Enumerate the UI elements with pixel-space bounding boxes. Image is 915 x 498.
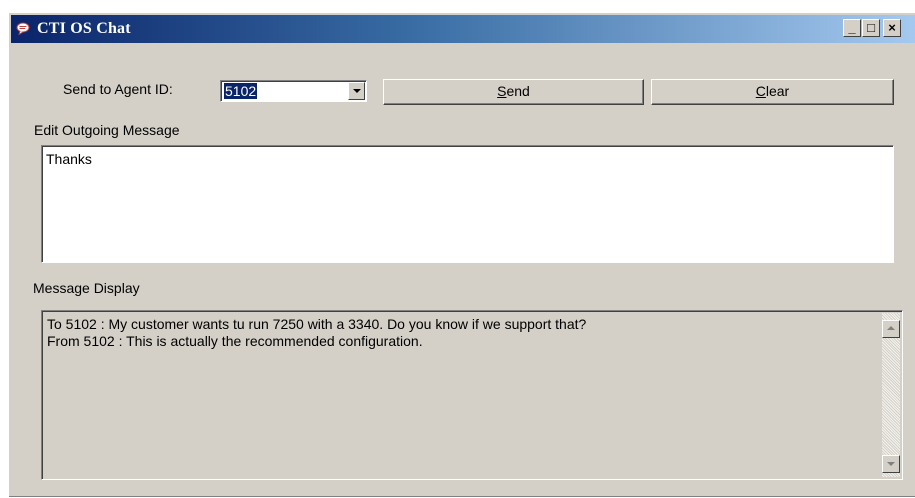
maximize-button[interactable]: □ [862,19,880,37]
send-button[interactable]: Send [383,79,644,105]
message-line: To 5102 : My customer wants tu run 7250 … [47,316,587,332]
close-icon: × [888,20,896,35]
minimize-icon: _ [848,20,856,35]
chat-window: CTI OS Chat _ □ × Send to Agent ID: 5102… [8,12,915,497]
close-button[interactable]: × [883,19,901,37]
scroll-up-icon[interactable] [882,320,900,338]
clear-label: lear [765,83,790,99]
outgoing-message-label: Edit Outgoing Message [34,122,180,138]
outgoing-message-input[interactable]: Thanks [41,145,894,263]
clear-button[interactable]: Clear [651,79,894,105]
agent-id-value[interactable]: 5102 [224,83,258,99]
scroll-down-icon[interactable] [882,455,900,473]
window-title: CTI OS Chat [37,20,131,37]
message-line: From 5102 : This is actually the recomme… [47,333,423,349]
send-to-label: Send to Agent ID: [63,81,173,97]
chevron-down-icon[interactable] [348,82,365,100]
clear-mnemonic: C [755,83,766,99]
send-label: end [506,83,530,99]
agent-id-combobox[interactable]: 5102 [220,80,367,102]
chat-bubble-icon [16,22,30,35]
maximize-icon: □ [867,20,875,35]
outgoing-message-text: Thanks [46,151,92,167]
title-bar[interactable]: CTI OS Chat _ □ × [11,15,915,43]
vertical-scrollbar[interactable] [882,313,900,477]
minimize-button[interactable]: _ [843,19,861,37]
message-display[interactable]: To 5102 : My customer wants tu run 7250 … [41,310,903,480]
message-display-label: Message Display [33,280,140,296]
